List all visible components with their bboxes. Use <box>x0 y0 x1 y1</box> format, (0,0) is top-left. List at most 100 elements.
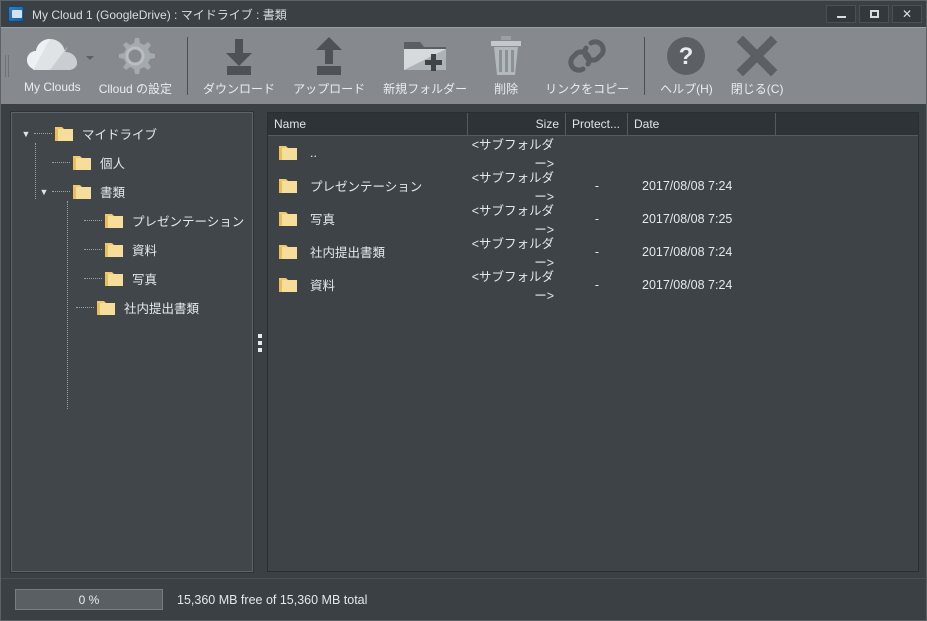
tree-item-documents[interactable]: ▼ 書類 <box>12 177 252 206</box>
toolbar-button-upload[interactable]: アップロード <box>284 28 374 104</box>
cell-date: 2017/08/08 7:24 <box>642 178 733 193</box>
tree-item-presentations[interactable]: プレゼンテーション <box>12 206 252 235</box>
column-header-date[interactable]: Date <box>628 113 776 136</box>
toolbar-label: 閉じる(C) <box>730 82 784 96</box>
tree-item-photos[interactable]: 写真 <box>12 264 252 293</box>
folder-icon <box>104 241 124 258</box>
toolbar-separator <box>187 37 189 95</box>
toolbar-label: ヘルプ(H) <box>660 82 713 96</box>
toolbar-button-copy-link[interactable]: リンクをコピー <box>536 28 638 104</box>
close-icon: ✕ <box>901 7 913 21</box>
help-icon: ? <box>665 34 707 78</box>
tree-item-label: プレゼンテーション <box>132 215 245 229</box>
toolbar-button-close[interactable]: 閉じる(C) <box>722 28 793 104</box>
folder-icon <box>54 125 74 142</box>
app-icon <box>8 6 24 22</box>
table-row[interactable]: 資料 <サブフォルダー> - 2017/08/08 7:24 <box>268 268 918 303</box>
toolbar-button-download[interactable]: ダウンロード <box>194 28 284 104</box>
folder-icon <box>278 243 298 260</box>
splitter-grip-icon <box>258 334 262 352</box>
cell-date: 2017/08/08 7:25 <box>642 211 733 226</box>
file-list-panel[interactable]: Name Size Protect... Date .. <サブフォルダー> プ… <box>267 112 919 572</box>
title-bar: My Cloud 1 (GoogleDrive) : マイドライブ : 書類 ✕ <box>1 1 926 27</box>
toolbar-label: My Clouds <box>24 80 81 94</box>
table-row[interactable]: .. <サブフォルダー> <box>268 136 918 171</box>
chevron-down-icon[interactable]: ▼ <box>18 129 34 139</box>
toolbar-label: アップロード <box>293 82 366 96</box>
toolbar-label: 削除 <box>494 82 519 96</box>
tree-item-label: 個人 <box>100 157 126 171</box>
toolbar-button-my-clouds[interactable]: My Clouds <box>15 28 94 104</box>
cell-protect: - <box>594 277 600 292</box>
folder-icon <box>278 276 298 293</box>
table-row[interactable]: 社内提出書類 <サブフォルダー> - 2017/08/08 7:24 <box>268 235 918 270</box>
tree-connector <box>84 249 102 250</box>
file-list-rows: .. <サブフォルダー> プレゼンテーション <サブフォルダー> - 2017/… <box>268 136 918 571</box>
folder-icon <box>72 183 92 200</box>
tree-connector <box>84 278 102 279</box>
file-name-label: 写真 <box>310 213 336 227</box>
tree-item-label: 社内提出書類 <box>124 302 200 316</box>
minimize-button[interactable] <box>826 5 856 23</box>
tree-rail <box>35 143 36 199</box>
toolbar-label: ダウンロード <box>203 82 276 96</box>
column-header-blank[interactable] <box>776 113 918 136</box>
toolbar-button-delete[interactable]: 削除 <box>476 28 536 104</box>
cloud-icon <box>25 34 79 78</box>
file-name-label: プレゼンテーション <box>310 180 423 194</box>
close-x-icon <box>736 34 778 78</box>
cell-protect: - <box>594 244 600 259</box>
file-name-label: 資料 <box>310 279 336 293</box>
tree-item-internal-docs[interactable]: 社内提出書類 <box>12 293 252 322</box>
file-list-header: Name Size Protect... Date <box>268 113 918 136</box>
tree-connector <box>52 162 70 163</box>
tree-connector <box>52 191 70 192</box>
table-row[interactable]: 写真 <サブフォルダー> - 2017/08/08 7:25 <box>268 202 918 237</box>
file-name-label: 社内提出書類 <box>310 246 386 260</box>
chevron-down-icon[interactable]: ▼ <box>36 187 52 197</box>
file-name-label: .. <box>310 145 317 160</box>
gear-icon <box>113 34 157 78</box>
column-header-protect[interactable]: Protect... <box>566 113 628 136</box>
panel-splitter[interactable] <box>253 112 267 578</box>
folder-icon <box>278 177 298 194</box>
maximize-button[interactable] <box>859 5 889 23</box>
tree-item-label: 書類 <box>100 186 126 200</box>
window-controls: ✕ <box>826 5 922 23</box>
cell-name: プレゼンテーション <box>268 176 468 195</box>
cell-name: 社内提出書類 <box>268 242 468 261</box>
toolbar: My Clouds Clloud の設定 ダウンロード アップロード 新規フォル… <box>1 27 926 104</box>
toolbar-empty-space <box>792 28 926 104</box>
cell-date: 2017/08/08 7:24 <box>642 277 733 292</box>
minimize-icon <box>836 15 846 18</box>
folder-tree-panel[interactable]: ▼ マイドライブ 個人 ▼ 書類 プレゼンテーション 資料 写真 社内提出書類 <box>10 111 254 573</box>
table-row[interactable]: プレゼンテーション <サブフォルダー> - 2017/08/08 7:24 <box>268 169 918 204</box>
tree-item-label: マイドライブ <box>82 128 158 142</box>
tree-connector <box>76 307 94 308</box>
toolbar-separator <box>644 37 646 95</box>
window-title: My Cloud 1 (GoogleDrive) : マイドライブ : 書類 <box>32 7 287 22</box>
tree-item-label: 写真 <box>132 273 158 287</box>
tree-item-mydrive[interactable]: ▼ マイドライブ <box>12 119 252 148</box>
app-window: My Cloud 1 (GoogleDrive) : マイドライブ : 書類 ✕… <box>0 0 927 621</box>
download-icon <box>218 34 260 78</box>
folder-icon <box>96 299 116 316</box>
cell-protect: - <box>594 211 600 226</box>
folder-icon <box>72 154 92 171</box>
close-button[interactable]: ✕ <box>892 5 922 23</box>
tree-item-label: 資料 <box>132 244 158 258</box>
column-header-name[interactable]: Name <box>268 113 468 136</box>
toolbar-button-new-folder[interactable]: 新規フォルダー <box>374 28 476 104</box>
tree-item-personal[interactable]: 個人 <box>12 148 252 177</box>
cell-name: .. <box>268 144 468 161</box>
cell-protect: - <box>594 178 600 193</box>
column-header-size[interactable]: Size <box>468 113 566 136</box>
toolbar-button-help[interactable]: ? ヘルプ(H) <box>651 28 722 104</box>
tree-item-materials[interactable]: 資料 <box>12 235 252 264</box>
status-bar: 0 % 15,360 MB free of 15,360 MB total <box>1 578 926 620</box>
folder-icon <box>104 212 124 229</box>
cell-size: <サブフォルダー> <box>471 269 554 303</box>
toolbar-grip[interactable] <box>1 28 15 104</box>
toolbar-button-cloud-settings[interactable]: Clloud の設定 <box>90 28 181 104</box>
link-icon <box>565 34 609 78</box>
